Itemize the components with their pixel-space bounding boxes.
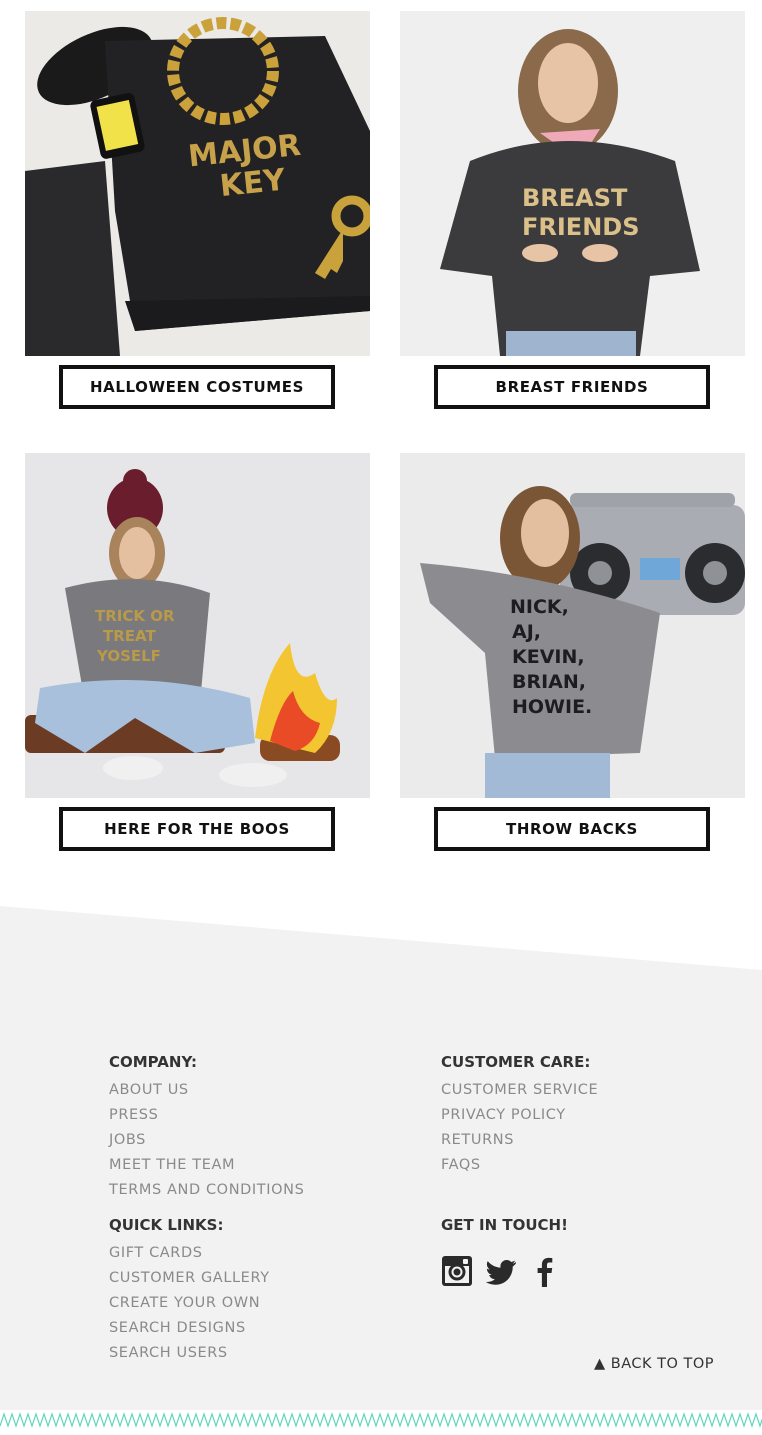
instagram-icon[interactable] bbox=[441, 1254, 473, 1288]
breast-friends-image[interactable]: BREAST FRIENDS bbox=[400, 11, 745, 356]
shirt-text-line: BREAST bbox=[522, 184, 628, 212]
footer-link-customer-service[interactable]: CUSTOMER SERVICE bbox=[441, 1078, 598, 1103]
footer-link-jobs[interactable]: JOBS bbox=[109, 1128, 304, 1153]
footer-link-search-designs[interactable]: SEARCH DESIGNS bbox=[109, 1316, 270, 1341]
zigzag-border bbox=[0, 1412, 762, 1428]
shirt-text-line: NICK, bbox=[510, 596, 569, 618]
twitter-icon[interactable] bbox=[485, 1254, 517, 1288]
halloween-costumes-image[interactable]: MAJOR KEY bbox=[25, 11, 370, 356]
quick-links-heading: QUICK LINKS: bbox=[109, 1216, 224, 1234]
footer-link-press[interactable]: PRESS bbox=[109, 1103, 304, 1128]
footer-link-meet-the-team[interactable]: MEET THE TEAM bbox=[109, 1153, 304, 1178]
footer-link-privacy-policy[interactable]: PRIVACY POLICY bbox=[441, 1103, 598, 1128]
here-for-the-boos-image[interactable]: TRICK OR TREAT YOSELF bbox=[25, 453, 370, 798]
halloween-costumes-button[interactable]: HALLOWEEN COSTUMES bbox=[59, 365, 335, 409]
footer-link-about-us[interactable]: ABOUT US bbox=[109, 1078, 304, 1103]
shirt-text-line: AJ, bbox=[512, 621, 541, 643]
throw-backs-image[interactable]: NICK, AJ, KEVIN, BRIAN, HOWIE. bbox=[400, 453, 745, 798]
shirt-text-line: YOSELF bbox=[96, 647, 161, 665]
footer-link-create-your-own[interactable]: CREATE YOUR OWN bbox=[109, 1291, 270, 1316]
footer-link-search-users[interactable]: SEARCH USERS bbox=[109, 1341, 270, 1366]
customer-care-column: CUSTOMER CARE: CUSTOMER SERVICE PRIVACY … bbox=[441, 1051, 598, 1178]
footer-link-customer-gallery[interactable]: CUSTOMER GALLERY bbox=[109, 1266, 270, 1291]
get-in-touch-column: GET IN TOUCH! bbox=[441, 1214, 568, 1241]
shirt-text-line: BRIAN, bbox=[512, 671, 586, 693]
shirt-text-line: TREAT bbox=[103, 627, 156, 645]
facebook-icon[interactable] bbox=[529, 1254, 561, 1288]
shirt-text-line: FRIENDS bbox=[522, 213, 640, 241]
shirt-text-line: KEY bbox=[218, 162, 288, 204]
footer-link-terms[interactable]: TERMS AND CONDITIONS bbox=[109, 1178, 304, 1203]
breast-friends-button[interactable]: BREAST FRIENDS bbox=[434, 365, 710, 409]
shirt-text-line: HOWIE. bbox=[512, 696, 592, 718]
throw-backs-button[interactable]: THROW BACKS bbox=[434, 807, 710, 851]
quick-links-column: QUICK LINKS: GIFT CARDS CUSTOMER GALLERY… bbox=[109, 1214, 270, 1366]
get-in-touch-heading: GET IN TOUCH! bbox=[441, 1216, 568, 1234]
footer-link-faqs[interactable]: FAQS bbox=[441, 1153, 598, 1178]
footer-link-gift-cards[interactable]: GIFT CARDS bbox=[109, 1241, 270, 1266]
company-column: COMPANY: ABOUT US PRESS JOBS MEET THE TE… bbox=[109, 1051, 304, 1203]
footer-link-returns[interactable]: RETURNS bbox=[441, 1128, 598, 1153]
shirt-text-line: KEVIN, bbox=[512, 646, 585, 668]
social-links bbox=[441, 1254, 561, 1288]
here-for-the-boos-button[interactable]: HERE FOR THE BOOS bbox=[59, 807, 335, 851]
company-heading: COMPANY: bbox=[109, 1053, 198, 1071]
back-to-top-link[interactable]: ▲ BACK TO TOP bbox=[594, 1356, 714, 1372]
customer-care-heading: CUSTOMER CARE: bbox=[441, 1053, 591, 1071]
shirt-text-line: TRICK OR bbox=[95, 607, 175, 625]
